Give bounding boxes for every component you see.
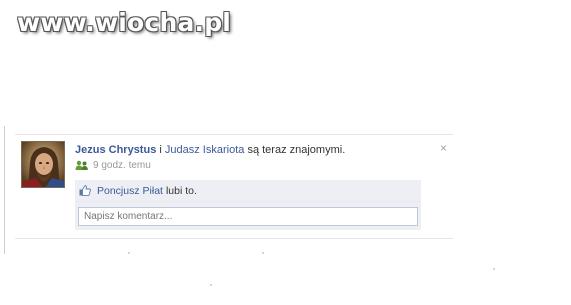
actor-link[interactable]: Jezus Chrystus xyxy=(75,144,156,156)
friend-link[interactable]: Judasz Iskariota xyxy=(165,144,244,156)
comment-input[interactable]: Napisz komentarz... xyxy=(78,207,418,226)
watermark: www.wiocha.pl xyxy=(17,8,232,37)
likes-text: lubi to. xyxy=(165,184,197,197)
close-icon[interactable]: × xyxy=(440,142,447,154)
action-text: są teraz znajomymi. xyxy=(247,144,346,156)
likes-row: Poncjusz Piłat lubi to. xyxy=(75,180,421,202)
story-meta: 9 godz. temu xyxy=(75,160,151,171)
speck xyxy=(210,284,212,286)
speck xyxy=(493,268,495,270)
friends-icon xyxy=(75,160,88,170)
divider-left xyxy=(4,126,5,254)
divider-top xyxy=(15,134,453,135)
timestamp[interactable]: 9 godz. temu xyxy=(93,160,151,171)
divider-bottom xyxy=(15,238,453,239)
speck xyxy=(128,252,130,254)
avatar[interactable] xyxy=(21,141,65,188)
feedback-box: Poncjusz Piłat lubi to. Napisz komentarz… xyxy=(75,180,421,230)
thumbs-up-icon xyxy=(79,185,91,196)
liker-link[interactable]: Poncjusz Piłat xyxy=(97,185,163,197)
speck xyxy=(262,252,264,254)
story-text: Jezus Chrystus i Judasz Iskariota są ter… xyxy=(75,144,345,156)
jesus-portrait-icon xyxy=(22,142,64,187)
conjunction: i xyxy=(159,144,162,156)
